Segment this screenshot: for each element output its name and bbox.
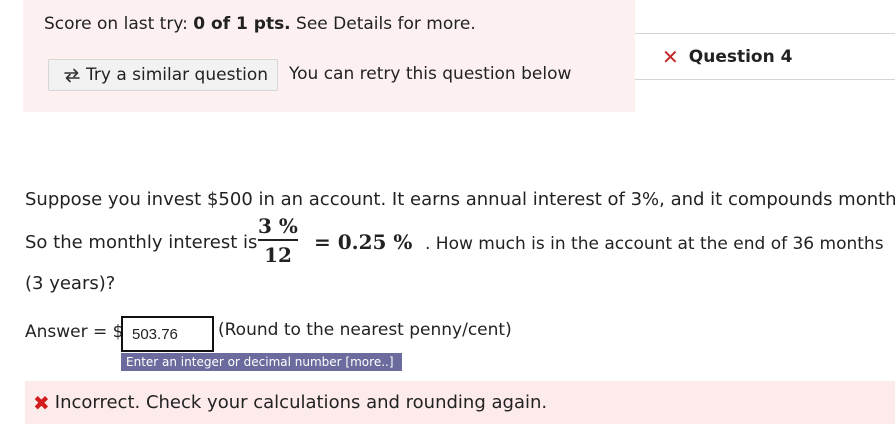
problem-line-2-prefix: So the monthly interest is xyxy=(25,232,258,253)
answer-input[interactable] xyxy=(121,316,214,352)
retry-note: You can retry this question below xyxy=(289,64,572,84)
feedback-banner: ✖ Incorrect. Check your calculations and… xyxy=(25,381,895,424)
monthly-rate-value: = 0.25 % xyxy=(314,230,413,254)
feedback-text: Incorrect. Check your calculations and r… xyxy=(54,392,548,413)
question-label: Question 4 xyxy=(688,46,793,67)
monthly-rate-fraction: 3 % 12 xyxy=(256,213,300,269)
try-similar-question-button[interactable]: Try a similar question xyxy=(48,59,278,91)
score-line: Score on last try: 0 of 1 pts. See Detai… xyxy=(44,14,476,34)
question-nav-item[interactable]: ✕ Question 4 xyxy=(635,33,895,80)
x-mark-icon: ✖ xyxy=(33,390,50,415)
try-similar-label: Try a similar question xyxy=(86,65,269,85)
problem-line-1: Suppose you invest $500 in an account. I… xyxy=(25,189,895,210)
fraction-denominator: 12 xyxy=(264,243,292,267)
retry-arrows-icon xyxy=(64,68,80,83)
problem-line-3: (3 years)? xyxy=(25,273,116,294)
answer-label: Answer = $ xyxy=(25,322,124,342)
x-icon: ✕ xyxy=(662,44,679,69)
fraction-numerator: 3 % xyxy=(258,214,298,238)
input-hint[interactable]: Enter an integer or decimal number [more… xyxy=(121,353,402,371)
score-suffix: See Details for more. xyxy=(290,14,476,34)
score-value: 0 of 1 pts. xyxy=(193,14,291,34)
rounding-instruction: (Round to the nearest penny/cent) xyxy=(218,320,512,340)
score-prefix: Score on last try: xyxy=(44,14,194,34)
score-panel: Score on last try: 0 of 1 pts. See Detai… xyxy=(23,0,635,112)
problem-line-2-suffix: . How much is in the account at the end … xyxy=(425,234,884,254)
